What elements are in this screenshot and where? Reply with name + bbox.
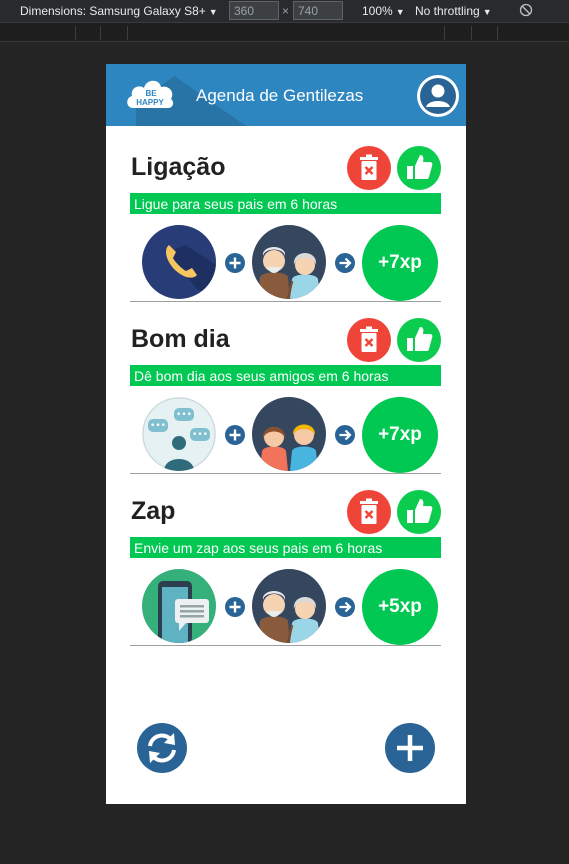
devtools-toolbar: Dimensions: Samsung Galaxy S8+ ▼ 360 × 74… [0, 0, 569, 22]
throttling-label: No throttling [415, 4, 480, 18]
svg-text:•••: ••• [150, 421, 166, 431]
plus-icon [225, 597, 245, 617]
like-button[interactable] [397, 318, 441, 362]
zoom-label: 100% [362, 4, 393, 18]
task-title: Bom dia [131, 325, 230, 353]
width-input[interactable]: 360 [229, 1, 279, 20]
thumbs-up-icon [407, 327, 433, 351]
times-sign: × [282, 4, 290, 18]
zoom-dropdown[interactable]: 100% ▼ [362, 4, 405, 18]
media-query-ruler [0, 22, 569, 42]
chevron-down-icon: ▼ [395, 7, 405, 17]
be-happy-logo: BE HAPPY [127, 80, 174, 108]
svg-text:•••: ••• [176, 410, 192, 420]
task-description: Ligue para seus pais em 6 horas [130, 193, 441, 214]
elderly-parents-icon [252, 569, 326, 643]
friends-icon [252, 397, 326, 471]
trash-icon [360, 498, 378, 524]
task-description: Envie um zap aos seus pais em 6 horas [130, 537, 441, 558]
add-task-button[interactable] [385, 723, 435, 773]
plus-icon [225, 425, 245, 445]
xp-badge: +7xp [362, 225, 438, 301]
chevron-down-icon: ▼ [482, 7, 492, 17]
logo-line2: HAPPY [136, 98, 164, 107]
rotate-icon[interactable] [519, 3, 533, 17]
arrow-right-icon [335, 425, 355, 445]
header-title: Agenda de Gentilezas [196, 86, 364, 105]
task-title: Zap [131, 497, 176, 525]
plus-icon [225, 253, 245, 273]
elderly-parents-icon [252, 225, 326, 299]
height-input[interactable]: 740 [293, 1, 343, 20]
thumbs-up-icon [407, 155, 433, 179]
arrow-right-icon [335, 597, 355, 617]
task-card: Bom dia Dê bom dia aos seus amigos em 6 … [130, 304, 441, 474]
thumbs-up-icon [407, 499, 433, 523]
chevron-down-icon: ▼ [208, 7, 218, 17]
logo-line1: BE [145, 89, 157, 98]
like-button[interactable] [397, 146, 441, 190]
device-dropdown[interactable]: Dimensions: Samsung Galaxy S8+ ▼ [20, 4, 218, 18]
smartphone-message-icon [142, 569, 216, 643]
xp-badge: +7xp [362, 397, 438, 473]
device-label: Dimensions: Samsung Galaxy S8+ [20, 4, 206, 18]
trash-icon [360, 154, 378, 180]
task-card: Zap Envie um zap aos seus pais em 6 hora… [130, 476, 441, 646]
plus-icon [397, 735, 423, 761]
svg-text:•••: ••• [192, 430, 208, 440]
throttling-dropdown[interactable]: No throttling ▼ [415, 4, 492, 18]
delete-button[interactable] [347, 146, 391, 190]
like-button[interactable] [397, 490, 441, 534]
profile-button[interactable] [417, 75, 459, 117]
phone-icon [142, 225, 216, 299]
delete-button[interactable] [347, 490, 391, 534]
task-description: Dê bom dia aos seus amigos em 6 horas [130, 365, 441, 386]
xp-badge: +5xp [362, 569, 438, 645]
task-title: Ligação [131, 153, 226, 181]
chat-bubbles-icon: ••• ••• ••• [142, 397, 216, 471]
refresh-button[interactable] [137, 723, 187, 773]
task-card: Ligação Ligue para seus pais em 6 horas [130, 132, 441, 302]
user-icon [420, 78, 456, 114]
app-header: BE HAPPY Agenda de Gentilezas [106, 64, 466, 126]
refresh-icon [148, 733, 176, 763]
phone-viewport: BE HAPPY Agenda de Gentilezas Ligação Li… [106, 64, 466, 804]
arrow-right-icon [335, 253, 355, 273]
trash-icon [360, 326, 378, 352]
delete-button[interactable] [347, 318, 391, 362]
